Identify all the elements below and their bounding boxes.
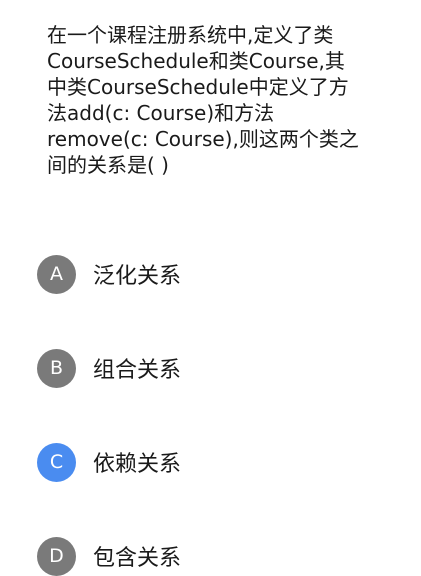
option-d-badge: D xyxy=(37,536,76,576)
option-b-badge: B xyxy=(37,348,76,388)
option-d-label: 包含关系 xyxy=(93,546,182,571)
option-c-badge: C xyxy=(37,442,76,482)
option-a-label: 泛化关系 xyxy=(93,264,182,289)
option-c-label: 依赖关系 xyxy=(93,452,182,477)
option-b[interactable]: B 组合关系 xyxy=(37,348,181,388)
option-d[interactable]: D 包含关系 xyxy=(37,536,181,576)
option-c[interactable]: C 依赖关系 xyxy=(37,442,181,482)
option-a[interactable]: A 泛化关系 xyxy=(37,254,181,294)
question-text: 在一个课程注册系统中,定义了类 CourseSchedule和类Course,其… xyxy=(47,23,359,177)
option-b-label: 组合关系 xyxy=(93,358,182,383)
option-a-badge: A xyxy=(37,254,76,294)
